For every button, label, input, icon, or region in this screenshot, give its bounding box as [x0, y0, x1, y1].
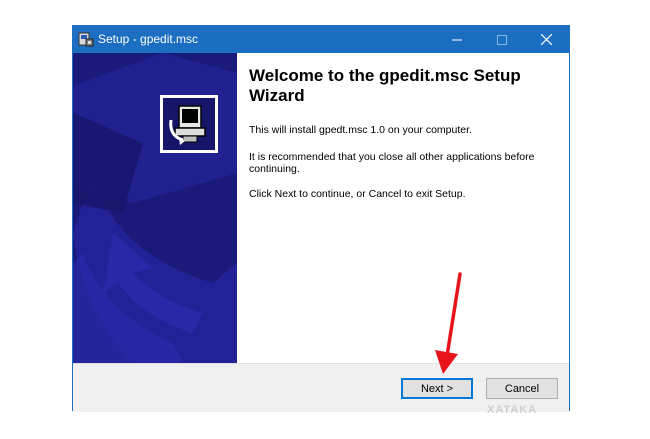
installer-logo [160, 95, 218, 153]
install-info-text: This will install gpedt.msc 1.0 on your … [249, 124, 472, 136]
watermark-text: XATAKA [487, 404, 538, 416]
close-button[interactable] [524, 26, 569, 53]
title-bar[interactable]: Setup - gpedit.msc [73, 26, 569, 53]
wizard-heading: Welcome to the gpedit.msc Setup Wizard [249, 66, 521, 105]
maximize-icon [496, 34, 507, 45]
minimize-button[interactable] [434, 26, 479, 53]
wizard-side-image [73, 53, 237, 363]
close-icon [541, 34, 552, 45]
cancel-button[interactable]: Cancel [486, 378, 558, 399]
next-button[interactable]: Next > [401, 378, 473, 399]
red-arrow-pointer [435, 272, 462, 374]
instruction-text: Click Next to continue, or Cancel to exi… [249, 188, 466, 200]
maximize-button[interactable] [479, 26, 524, 53]
window-title: Setup - gpedit.msc [98, 32, 199, 46]
wizard-content: Welcome to the gpedit.msc Setup Wizard T… [249, 66, 559, 200]
setup-window: Setup - gpedit.msc Welcome to the gpedit… [72, 25, 570, 412]
recommendation-text: It is recommended that you close all oth… [249, 151, 535, 175]
minimize-icon [451, 39, 462, 40]
setup-installer-icon [78, 32, 94, 47]
computer-install-icon [169, 105, 206, 145]
